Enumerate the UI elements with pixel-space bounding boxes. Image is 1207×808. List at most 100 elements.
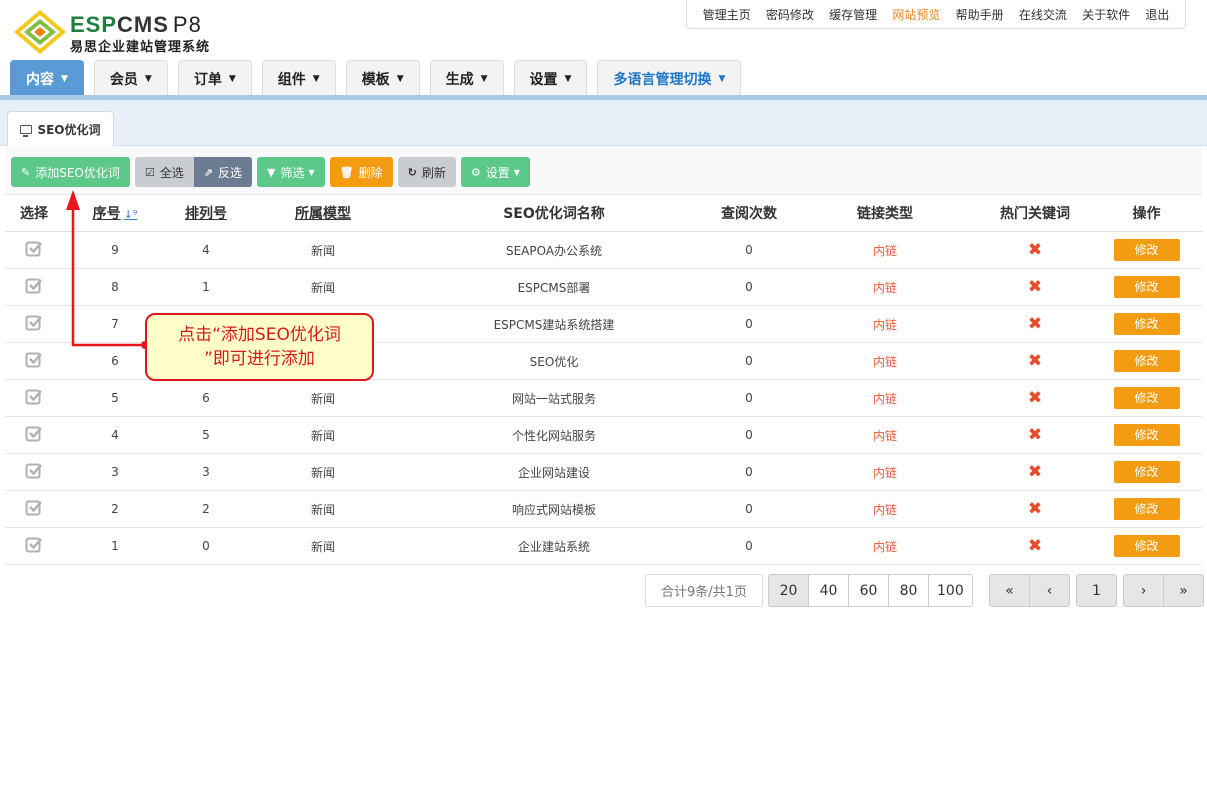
topnav-about[interactable]: 关于软件 xyxy=(1082,6,1130,23)
row-checkbox[interactable] xyxy=(5,305,63,343)
delete-button[interactable]: 🗑 删除 xyxy=(329,157,393,187)
checkbox-icon xyxy=(25,462,43,479)
last-page-button[interactable]: » xyxy=(1163,574,1204,607)
first-page-button[interactable]: « xyxy=(989,574,1030,607)
tab-members[interactable]: 会员 ▼ xyxy=(93,60,168,96)
select-all-button[interactable]: ☑ 全选 xyxy=(134,157,194,187)
select-group: ☑ 全选 ⇗ 反选 xyxy=(134,157,252,187)
topnav-logout[interactable]: 退出 xyxy=(1145,6,1169,23)
row-checkbox[interactable] xyxy=(5,490,63,528)
cell-name: 个性化网站服务 xyxy=(401,416,707,454)
caret-down-icon: ▼ xyxy=(396,73,404,84)
col-order[interactable]: 排列号 xyxy=(167,194,245,232)
col-model[interactable]: 所属模型 xyxy=(245,194,401,232)
cell-hot-keyword[interactable]: ✖ xyxy=(979,231,1091,269)
checkbox-icon xyxy=(25,536,43,553)
cell-views: 0 xyxy=(707,342,791,380)
current-page-button[interactable]: 1 xyxy=(1076,574,1117,607)
topnav-help[interactable]: 帮助手册 xyxy=(956,6,1004,23)
cell-actions: 修改 xyxy=(1091,379,1202,417)
subtab-bar: SEO优化词 xyxy=(0,100,1207,147)
edit-button[interactable]: 修改 xyxy=(1113,239,1180,261)
topnav-home[interactable]: 管理主页 xyxy=(703,6,751,23)
caret-down-icon: ▼ xyxy=(61,73,68,84)
prev-page-button[interactable]: ‹ xyxy=(1029,574,1070,607)
edit-button[interactable]: 修改 xyxy=(1113,276,1180,298)
cell-link-type: 内链 xyxy=(791,416,979,454)
topnav-chat[interactable]: 在线交流 xyxy=(1019,6,1067,23)
cell-link-type: 内链 xyxy=(791,379,979,417)
cell-hot-keyword[interactable]: ✖ xyxy=(979,342,1091,380)
row-checkbox[interactable] xyxy=(5,379,63,417)
close-icon: ✖ xyxy=(1027,277,1043,297)
cell-views: 0 xyxy=(707,305,791,343)
page-size-20[interactable]: 20 xyxy=(768,574,809,607)
col-id[interactable]: 序号 ↓⁹ xyxy=(63,194,167,232)
cell-name: 响应式网站模板 xyxy=(401,490,707,528)
topnav-preview[interactable]: 网站预览 xyxy=(892,6,940,23)
tab-components[interactable]: 组件 ▼ xyxy=(261,60,336,96)
cell-views: 0 xyxy=(707,379,791,417)
cell-hot-keyword[interactable]: ✖ xyxy=(979,305,1091,343)
table-header-row: 选择 序号 ↓⁹ 排列号 所属模型 SEO优化词名称 查阅次数 链接类型 热门关键… xyxy=(5,194,1202,232)
row-checkbox[interactable] xyxy=(5,342,63,380)
filter-button[interactable]: ▼ 筛选 ▼ xyxy=(257,157,325,187)
tab-content[interactable]: 内容 ▼ xyxy=(10,60,84,96)
cell-hot-keyword[interactable]: ✖ xyxy=(979,268,1091,306)
tab-generate[interactable]: 生成 ▼ xyxy=(429,60,504,96)
edit-button[interactable]: 修改 xyxy=(1113,350,1180,372)
cell-id: 3 xyxy=(63,453,167,491)
tab-settings[interactable]: 设置 ▼ xyxy=(513,60,588,96)
cell-order: 5 xyxy=(167,416,245,454)
edit-button[interactable]: 修改 xyxy=(1113,313,1180,335)
page-size-100[interactable]: 100 xyxy=(928,574,973,607)
edit-button[interactable]: 修改 xyxy=(1113,387,1180,409)
cell-views: 0 xyxy=(707,231,791,269)
cell-hot-keyword[interactable]: ✖ xyxy=(979,527,1091,565)
cell-order: 4 xyxy=(167,231,245,269)
edit-icon: ✎ xyxy=(21,165,31,179)
row-checkbox[interactable] xyxy=(5,416,63,454)
invert-selection-button[interactable]: ⇗ 反选 xyxy=(193,157,252,187)
tab-templates[interactable]: 模板 ▼ xyxy=(345,60,420,96)
chevron-right-icon: › xyxy=(1140,582,1147,599)
next-page-button[interactable]: › xyxy=(1123,574,1164,607)
add-seo-word-button[interactable]: ✎ 添加SEO优化词 xyxy=(11,157,130,187)
cell-link-type: 内链 xyxy=(791,342,979,380)
row-checkbox[interactable] xyxy=(5,231,63,269)
cell-views: 0 xyxy=(707,490,791,528)
tab-language[interactable]: 多语言管理切换 ▼ xyxy=(597,60,742,96)
edit-button[interactable]: 修改 xyxy=(1113,424,1180,446)
refresh-button[interactable]: ↻ 刷新 xyxy=(397,157,456,187)
close-icon: ✖ xyxy=(1027,425,1043,445)
row-checkbox[interactable] xyxy=(5,527,63,565)
topnav-cache[interactable]: 缓存管理 xyxy=(829,6,877,23)
cell-id: 1 xyxy=(63,527,167,565)
tab-orders[interactable]: 订单 ▼ xyxy=(177,60,252,96)
row-checkbox[interactable] xyxy=(5,268,63,306)
table-row: 4 5 新闻 个性化网站服务 0 内链 ✖ 修改 xyxy=(5,416,1202,454)
link-type-label: 内链 xyxy=(872,317,897,332)
close-icon: ✖ xyxy=(1027,536,1043,556)
page-size-60[interactable]: 60 xyxy=(848,574,889,607)
subtab-label: SEO优化词 xyxy=(37,123,101,137)
edit-button[interactable]: 修改 xyxy=(1113,535,1180,557)
link-type-label: 内链 xyxy=(872,243,897,258)
row-checkbox[interactable] xyxy=(5,453,63,491)
settings-button[interactable]: ⚙ 设置 ▼ xyxy=(460,157,530,187)
cell-hot-keyword[interactable]: ✖ xyxy=(979,453,1091,491)
close-icon: ✖ xyxy=(1027,351,1043,371)
cell-hot-keyword[interactable]: ✖ xyxy=(979,490,1091,528)
topnav-password[interactable]: 密码修改 xyxy=(766,6,814,23)
cell-hot-keyword[interactable]: ✖ xyxy=(979,379,1091,417)
page-size-80[interactable]: 80 xyxy=(888,574,929,607)
subtab-seo-words[interactable]: SEO优化词 xyxy=(7,111,114,147)
table-row: 8 1 新闻 ESPCMS部署 0 内链 ✖ 修改 xyxy=(5,268,1202,306)
cell-hot-keyword[interactable]: ✖ xyxy=(979,416,1091,454)
cell-model: 新闻 xyxy=(245,268,401,306)
edit-button[interactable]: 修改 xyxy=(1113,498,1180,520)
toolbar: ✎ 添加SEO优化词 ☑ 全选 ⇗ 反选 ▼ 筛选 ▼ 🗑 删除 ↻ 刷新 ⚙ 设置 ▼ xyxy=(11,157,535,187)
page-size-40[interactable]: 40 xyxy=(808,574,849,607)
col-hot-keyword: 热门关键词 xyxy=(979,194,1091,232)
edit-button[interactable]: 修改 xyxy=(1113,461,1180,483)
